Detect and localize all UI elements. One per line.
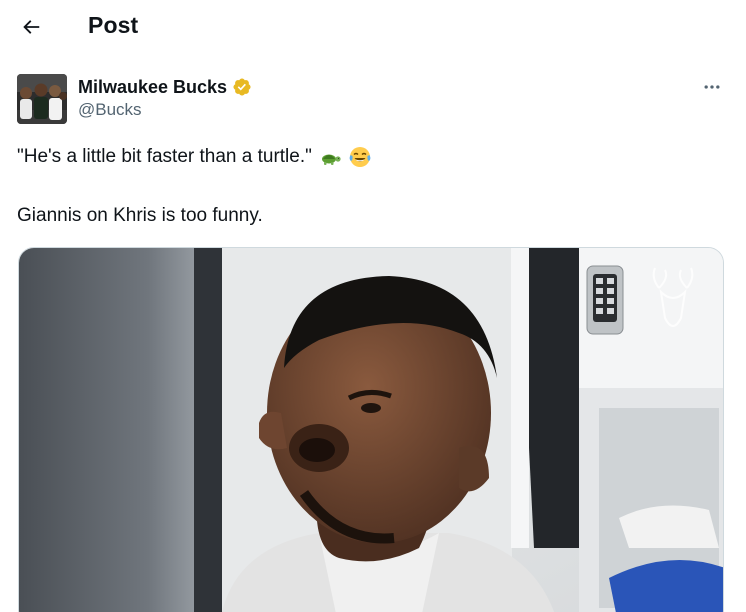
post-text-line-2: Giannis on Khris is too funny. [17, 205, 263, 226]
post-quote-text: "He's a little bit faster than a turtle.… [17, 146, 312, 167]
author-handle[interactable]: @Bucks [78, 100, 142, 120]
arrow-left-icon [23, 20, 40, 34]
author-name-row: Milwaukee Bucks [78, 75, 252, 99]
more-horizontal-icon [704, 85, 720, 89]
post-page: Post Milwaukee Bucks @Bucks "He's a litt… [0, 0, 746, 612]
post-text: "He's a little bit faster than a turtle.… [17, 143, 717, 226]
avatar[interactable] [17, 74, 67, 124]
post-text-line-1: "He's a little bit faster than a turtle.… [17, 143, 717, 171]
verified-badge-icon [232, 77, 252, 97]
turtle-emoji-icon [318, 145, 342, 169]
video-thumbnail[interactable] [18, 247, 724, 612]
display-name[interactable]: Milwaukee Bucks [78, 77, 227, 98]
tears-of-joy-emoji-icon [348, 145, 372, 169]
back-button[interactable] [14, 10, 48, 44]
more-options-button[interactable] [695, 74, 729, 100]
page-title: Post [88, 12, 139, 38]
post-header: Post [0, 0, 746, 53]
